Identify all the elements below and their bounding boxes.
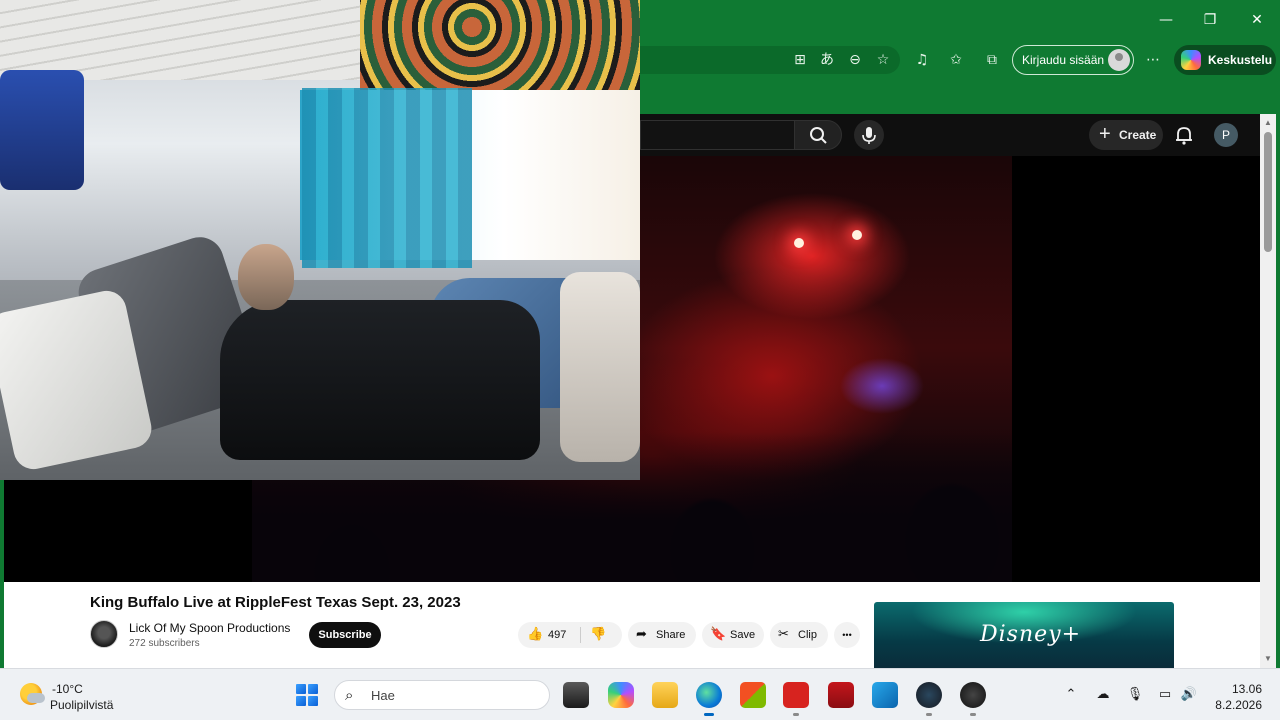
outlook-icon[interactable] [872,682,898,708]
copilot-label: Keskustelu [1208,53,1273,67]
ad-banner[interactable]: Disney+ [874,602,1174,668]
youtube-account-avatar[interactable]: P [1214,123,1238,147]
microphone-tray-icon[interactable]: 🎙 [1126,686,1144,704]
ad-text: Disney+ [980,622,1082,647]
title-bar: — ❐ ✕ [640,0,1280,40]
youtube-search-input[interactable] [640,120,794,150]
search-icon: ⌕ [345,686,354,704]
clip-button[interactable]: ✂ Clip [770,622,828,648]
settings-more-icon[interactable]: ⋯ [1143,50,1163,70]
restore-button[interactable]: ❐ [1196,8,1224,32]
clock-date: 8.2.2026 [1215,698,1262,712]
clip-label: Clip [798,629,817,641]
copilot-button[interactable]: Keskustelu [1174,45,1276,75]
start-button[interactable] [296,684,318,706]
signin-button[interactable]: Kirjaudu sisään [1012,45,1134,75]
like-dislike-group: 👍 497 👎 [518,622,622,648]
person-head [238,244,294,310]
search-placeholder: Hae [371,688,395,703]
tab-strip-area [640,80,1280,114]
stage-light [852,230,862,240]
microphone-icon [862,127,876,144]
thumbs-down-icon[interactable]: 👎 [590,622,606,648]
signin-label: Kirjaudu sisään [1022,53,1105,67]
taskbar: -10°C Puolipilvistä ⌕ Hae ⌃ ☁ 🎙 ▭ 🔊 13.0… [0,668,1280,720]
notifications-button[interactable] [1172,123,1196,147]
app-available-icon[interactable]: ⊞ [790,50,810,70]
translate-icon[interactable]: あ [817,50,837,70]
share-label: Share [656,629,686,641]
network-icon[interactable]: ▭ [1156,686,1174,704]
video-info-panel: King Buffalo Live at RippleFest Texas Se… [4,582,1260,668]
copilot-icon [1181,50,1201,70]
save-label: Save [730,629,756,641]
share-icon: ➦ [636,627,647,642]
task-view-icon[interactable] [563,682,589,708]
page-scrollbar[interactable]: ▲ ▼ [1260,114,1276,668]
ceiling-planks [0,0,380,80]
more-actions-button[interactable]: ••• [834,622,860,648]
copilot-app-icon[interactable] [608,682,634,708]
collections-icon[interactable]: ⧉ [982,50,1002,70]
chevron-up-icon[interactable]: ⌃ [1062,686,1080,704]
close-button[interactable]: ✕ [1243,8,1271,32]
save-button[interactable]: 🔖 Save [702,622,764,648]
scissors-icon: ✂ [778,627,789,642]
bell-icon [1176,127,1192,145]
steam-icon[interactable] [916,682,942,716]
scroll-down-icon[interactable]: ▼ [1263,654,1273,664]
windows-logo-icon [296,684,306,694]
video-title: King Buffalo Live at RippleFest Texas Se… [90,594,461,611]
onedrive-icon[interactable]: ☁ [1094,686,1112,704]
curtain [302,88,472,268]
microsoft-store-icon[interactable] [740,682,766,708]
favorite-star-icon[interactable]: ☆ [873,50,893,70]
scroll-up-icon[interactable]: ▲ [1263,118,1273,128]
voice-search-button[interactable] [854,120,884,150]
lenovo-app-icon[interactable] [783,682,809,716]
clock-time: 13.06 [1231,682,1262,696]
youtube-search-button[interactable] [794,120,842,150]
system-clock[interactable]: 13.06 8.2.2026 [1206,681,1262,713]
weather-temperature[interactable]: -10°C [52,682,83,696]
person [220,300,540,460]
minimize-button[interactable]: — [1152,8,1180,32]
divider [580,627,581,643]
taskbar-search[interactable]: ⌕ Hae [334,680,550,710]
webcam-overlay [0,0,640,480]
youtube-header: Create P [640,114,1260,156]
create-button[interactable]: Create [1089,119,1163,150]
bookmark-icon: 🔖 [710,627,727,642]
profile-avatar-icon [1108,49,1130,71]
share-button[interactable]: ➦ Share [628,622,696,648]
volume-icon[interactable]: 🔊 [1180,686,1198,704]
screen: — ❐ ✕ ⊞ あ ⊖ ☆ ♫ ✩ ⧉ Kirjaudu sisään ⋯ Ke… [0,0,1280,720]
thumbs-up-icon[interactable]: 👍 [527,622,543,648]
channel-name[interactable]: Lick Of My Spoon Productions [129,621,290,635]
browser-toolbar: ⊞ あ ⊖ ☆ ♫ ✩ ⧉ Kirjaudu sisään ⋯ Keskuste… [640,40,1280,80]
duvet [560,272,640,462]
hanging-bag [0,70,84,190]
file-explorer-icon[interactable] [652,682,678,708]
obs-studio-icon[interactable] [960,682,986,716]
zoom-out-icon[interactable]: ⊖ [845,50,865,70]
edge-browser-icon[interactable] [696,682,722,716]
media-control-icon[interactable]: ♫ [912,50,932,70]
ceiling-tapestry [360,0,640,90]
favorites-icon[interactable]: ✩ [946,50,966,70]
weather-icon[interactable] [20,683,45,705]
subscriber-count: 272 subscribers [129,638,200,649]
like-count[interactable]: 497 [548,622,566,648]
scrollbar-thumb[interactable] [1264,132,1272,252]
stage-light [794,238,804,248]
channel-avatar[interactable] [90,620,118,648]
subscribe-button[interactable]: Subscribe [309,622,381,648]
mcafee-icon[interactable] [828,682,854,708]
weather-condition[interactable]: Puolipilvistä [50,698,113,712]
search-icon [810,127,827,144]
